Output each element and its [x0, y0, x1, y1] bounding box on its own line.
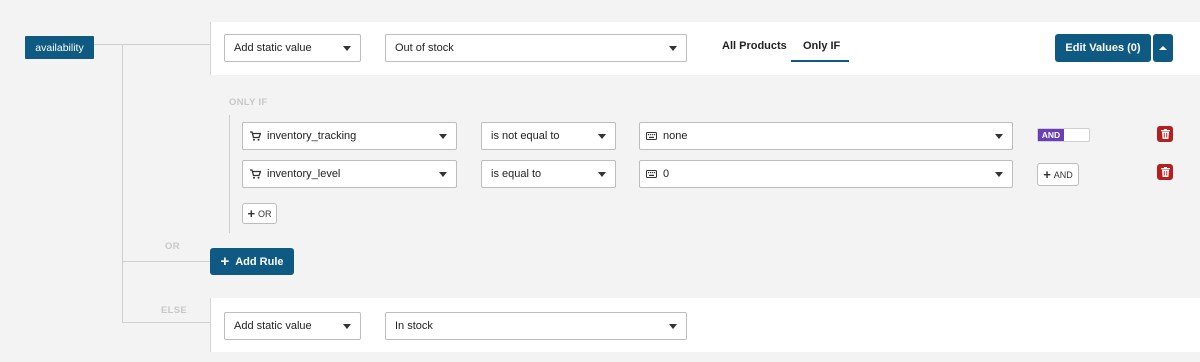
- edit-values-button[interactable]: Edit Values (0): [1055, 34, 1151, 62]
- collapse-button[interactable]: [1153, 34, 1173, 62]
- else-source-select[interactable]: Add static value: [224, 312, 361, 340]
- keyboard-icon: [646, 132, 657, 140]
- chevron-down-icon: [669, 46, 677, 51]
- and-toggle[interactable]: AND: [1037, 128, 1090, 142]
- else-value-select-value: In stock: [395, 320, 433, 332]
- value-select[interactable]: Out of stock: [385, 34, 687, 62]
- only-if-label: ONLY IF: [229, 97, 268, 108]
- tab-all-products[interactable]: All Products: [722, 40, 787, 52]
- or-label: OR: [165, 241, 180, 252]
- add-or-condition-button[interactable]: + OR: [242, 203, 277, 224]
- chevron-down-icon: [995, 134, 1003, 139]
- chevron-up-icon: [1159, 46, 1167, 50]
- add-rule-button[interactable]: + Add Rule: [210, 248, 294, 275]
- source-select[interactable]: Add static value: [224, 34, 361, 62]
- condition-value-select[interactable]: 0: [639, 160, 1013, 188]
- chevron-down-icon: [343, 324, 351, 329]
- condition-value: 0: [663, 168, 670, 180]
- add-and-label: AND: [1053, 169, 1073, 180]
- condition-value-select[interactable]: none: [639, 122, 1013, 150]
- add-rule-label: Add Rule: [235, 255, 284, 268]
- cart-icon: [250, 169, 261, 179]
- operator-select[interactable]: is not equal to: [481, 122, 616, 150]
- trash-icon: [1160, 167, 1170, 177]
- value-select-value: Out of stock: [395, 42, 454, 54]
- connector-line: [122, 44, 123, 323]
- plus-icon: +: [1043, 167, 1051, 182]
- attribute-select-value: inventory_tracking: [267, 130, 357, 142]
- keyboard-icon: [646, 170, 657, 178]
- attribute-select[interactable]: inventory_level: [242, 160, 457, 188]
- and-toggle-label: AND: [1038, 129, 1064, 141]
- plus-icon: +: [247, 206, 256, 221]
- operator-select-value: is equal to: [491, 168, 542, 180]
- chevron-down-icon: [995, 172, 1003, 177]
- tab-only-if[interactable]: Only IF: [803, 40, 840, 52]
- chevron-down-icon: [439, 172, 447, 177]
- else-label: ELSE: [161, 305, 188, 316]
- chevron-down-icon: [439, 134, 447, 139]
- source-select-value: Add static value: [234, 42, 312, 54]
- attribute-select-value: inventory_level: [267, 168, 341, 180]
- connector-line: [94, 44, 210, 45]
- operator-select[interactable]: is equal to: [481, 160, 616, 188]
- delete-condition-button[interactable]: [1157, 126, 1173, 142]
- trash-icon: [1160, 129, 1170, 139]
- chevron-down-icon: [598, 172, 606, 177]
- else-value-select[interactable]: In stock: [385, 312, 687, 340]
- chevron-down-icon: [343, 46, 351, 51]
- connector-line: [122, 261, 210, 262]
- add-or-label: OR: [258, 208, 272, 219]
- delete-condition-button[interactable]: [1157, 164, 1173, 180]
- connector-line: [122, 322, 210, 323]
- chevron-down-icon: [669, 324, 677, 329]
- plus-icon: +: [220, 253, 230, 270]
- attribute-select[interactable]: inventory_tracking: [242, 122, 457, 150]
- else-source-select-value: Add static value: [234, 320, 312, 332]
- add-and-condition-button[interactable]: + AND: [1037, 163, 1079, 186]
- condition-value: none: [663, 130, 688, 142]
- chevron-down-icon: [598, 134, 606, 139]
- active-tab-indicator: [791, 60, 849, 62]
- field-badge-availability[interactable]: availability: [25, 36, 94, 59]
- operator-select-value: is not equal to: [491, 130, 560, 142]
- cart-icon: [250, 131, 261, 141]
